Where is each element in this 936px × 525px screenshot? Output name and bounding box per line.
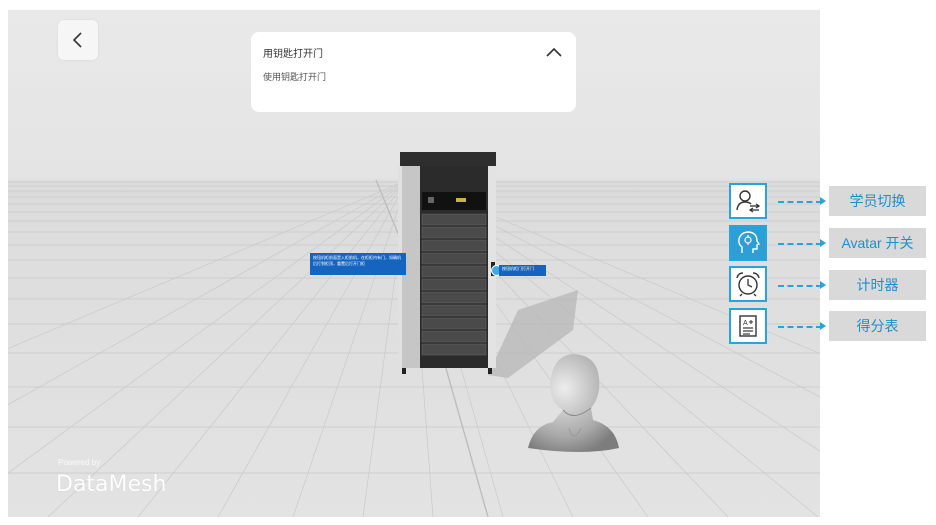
callout-arrow <box>820 197 826 205</box>
callout-arrow <box>820 281 826 289</box>
score-sheet-icon: A <box>739 315 757 337</box>
callout-connector <box>778 201 822 203</box>
callout-timer: 计时器 <box>829 270 926 300</box>
hint-label-left: 按钮机柜前面是入柜前机，在柜柜内有门，如确机后打到柜顶，重置后打开门柜 <box>310 253 406 275</box>
brand-logo: DataMesh <box>56 472 167 497</box>
chevron-up-icon <box>546 47 562 57</box>
callout-score-sheet: 得分表 <box>829 311 926 341</box>
hint-label-right: 按钮机柜门打开门 <box>499 265 546 276</box>
avatar-toggle-button[interactable] <box>729 225 767 261</box>
3d-viewport[interactable]: 用钥匙打开门 使用钥匙打开门 按钮机柜前面是入柜前机，在柜柜内有门，如确机后打到… <box>8 10 820 517</box>
collapse-button[interactable] <box>544 42 564 62</box>
avatar-head[interactable] <box>523 348 623 468</box>
powered-by-label: Powered by <box>58 458 101 467</box>
back-button[interactable] <box>58 20 98 60</box>
timer-button[interactable] <box>729 266 767 302</box>
task-subtitle: 使用钥匙打开门 <box>263 72 327 82</box>
callout-avatar-toggle: Avatar 开关 <box>829 228 926 258</box>
user-switch-button[interactable] <box>729 183 767 219</box>
svg-text:A: A <box>743 320 748 327</box>
chevron-left-icon <box>72 32 82 48</box>
callout-arrow <box>820 239 826 247</box>
screenshot-root: 用钥匙打开门 使用钥匙打开门 按钮机柜前面是入柜前机，在柜柜内有门，如确机后打到… <box>0 0 936 525</box>
callout-arrow <box>820 322 826 330</box>
alarm-clock-icon <box>736 272 760 297</box>
task-card: 用钥匙打开门 使用钥匙打开门 <box>251 32 576 112</box>
user-switch-icon <box>736 190 761 213</box>
score-sheet-button[interactable]: A <box>729 308 767 344</box>
callout-user-switch: 学员切换 <box>829 186 926 216</box>
callout-connector <box>778 285 822 287</box>
task-title: 用钥匙打开门 <box>263 49 323 60</box>
avatar-toggle-icon <box>738 231 761 253</box>
callout-connector <box>778 326 822 328</box>
callout-connector <box>778 243 822 245</box>
